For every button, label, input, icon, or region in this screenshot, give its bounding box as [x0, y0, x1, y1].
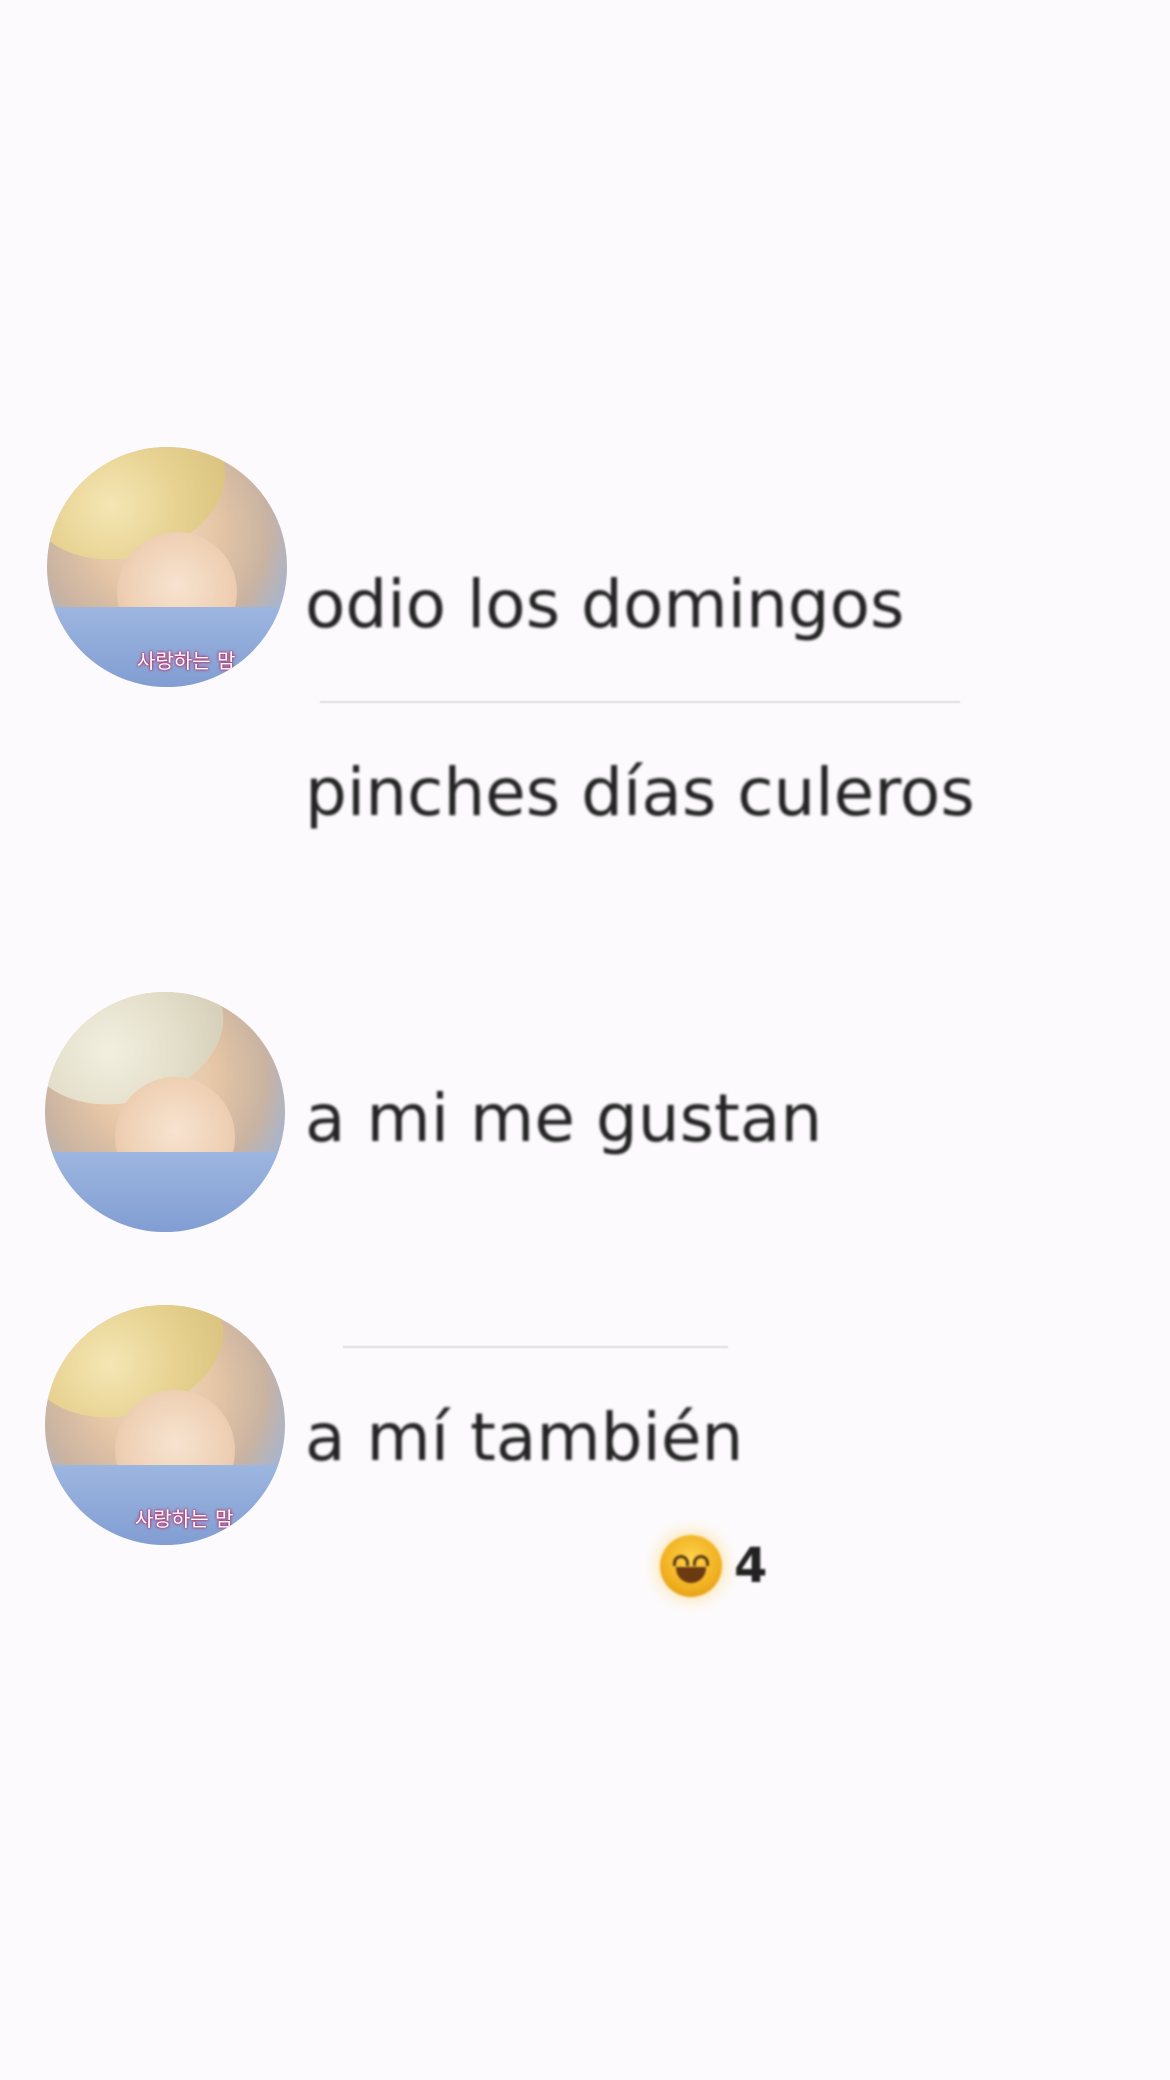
avatar[interactable] [45, 992, 285, 1232]
reaction-badge[interactable]: 4 [660, 1535, 767, 1597]
emoji-eye [693, 1555, 709, 1566]
message-divider [343, 1346, 728, 1348]
message-text: odio los domingos [305, 566, 905, 643]
message-text: pinches días culeros [305, 754, 975, 831]
avatar-caption: 사랑하는 맘 [137, 649, 236, 673]
avatar-caption: 사랑하는 맘 [135, 1507, 234, 1531]
reaction-count: 4 [734, 1538, 768, 1594]
avatar[interactable]: 사랑하는 맘 [45, 1305, 285, 1545]
message-text: a mi me gustan [305, 1080, 823, 1157]
emoji-eye [673, 1555, 689, 1566]
message-text: a mí también [305, 1399, 744, 1476]
message-divider [320, 701, 960, 703]
avatar[interactable]: 사랑하는 맘 [47, 447, 287, 687]
emoji-mouth [676, 1567, 706, 1583]
avatar-shirt [45, 1152, 285, 1232]
grinning-face-icon [660, 1535, 722, 1597]
